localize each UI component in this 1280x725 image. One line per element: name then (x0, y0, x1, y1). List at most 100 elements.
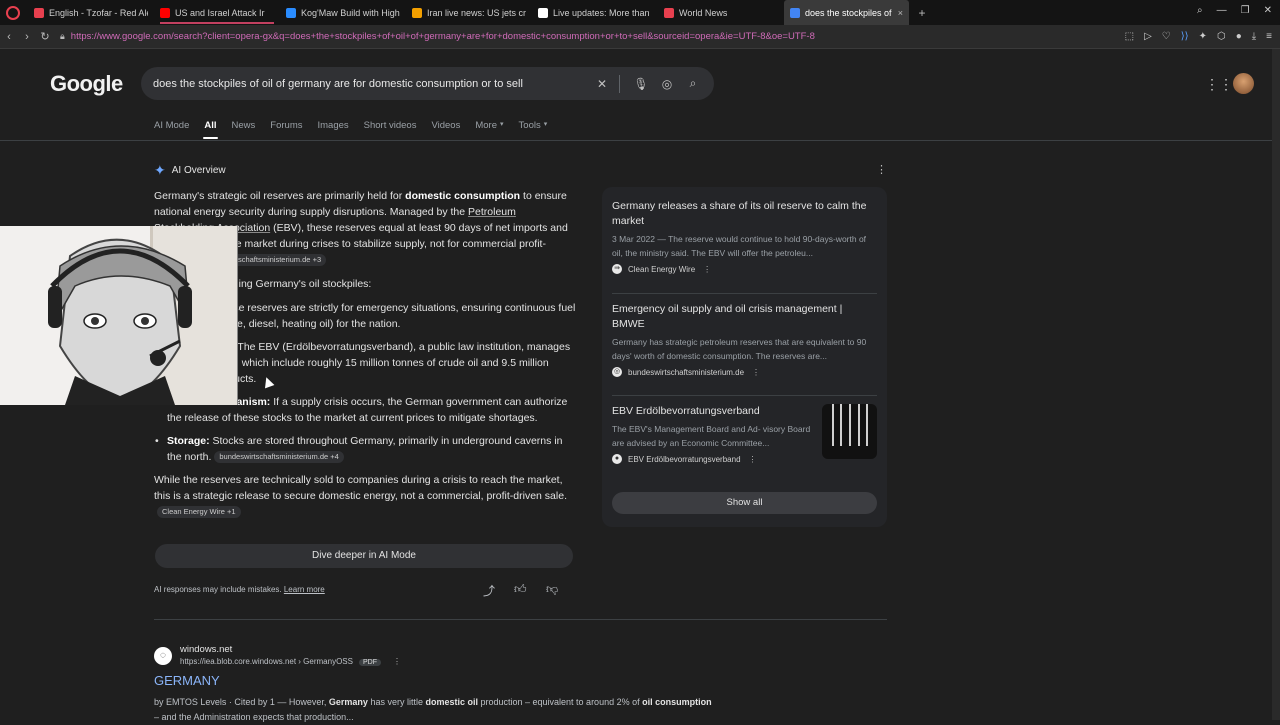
url-field[interactable]: https://www.google.com/search?client=ope… (71, 31, 1125, 42)
close-window-icon[interactable]: ✕ (1264, 5, 1272, 16)
chevron-down-icon: ▾ (500, 121, 504, 128)
tab-short-videos[interactable]: Short videos (364, 120, 417, 131)
tab-favicon-icon (538, 7, 548, 18)
header-divider (0, 140, 1272, 141)
browser-tab[interactable]: English - Tzofar - Red Alert (28, 0, 154, 25)
source-chip[interactable]: Clean Energy Wire +1 (157, 506, 241, 519)
sparkle-icon: ✦ (154, 162, 166, 178)
ai-overview-title: AI Overview (171, 165, 226, 176)
tab-videos[interactable]: Videos (431, 120, 460, 131)
dive-deeper-button[interactable]: Dive deeper in AI Mode (155, 544, 573, 568)
tab-title: Kog'Maw Build with Highe (301, 7, 400, 18)
avatar[interactable] (1233, 73, 1254, 94)
ai-closing: While the reserves are technically sold … (154, 474, 567, 519)
restore-icon[interactable]: ❐ (1241, 5, 1250, 16)
back-icon[interactable]: ‹ (0, 31, 18, 43)
webcam-overlay (0, 226, 238, 405)
site-favicon-icon: ● (612, 454, 622, 464)
source-snippet: 3 Mar 2022 — The reserve would continue … (612, 234, 867, 258)
tab-title: Live updates: More than 5 (553, 7, 652, 18)
browser-tab[interactable]: Iran live news: US jets cra (406, 0, 532, 25)
thumbs-up-icon[interactable]: 👍︎ (514, 582, 527, 597)
source-options-icon[interactable]: ⋮ (749, 455, 757, 464)
address-bar: ‹ › ↻ 🔒︎ https://www.google.com/search?c… (0, 25, 1280, 49)
tab-title: World News (679, 7, 728, 18)
source-chip[interactable]: bundeswirtschaftsministerium.de +4 (214, 451, 344, 464)
tab-favicon-icon (160, 7, 170, 18)
reload-icon[interactable]: ↻ (36, 30, 54, 43)
tab-ai-mode[interactable]: AI Mode (154, 120, 189, 131)
learn-more-link[interactable]: Learn more (284, 585, 325, 594)
minimize-icon[interactable]: — (1217, 5, 1227, 16)
source-options-icon[interactable]: ⋮ (703, 265, 711, 274)
menu-icon[interactable]: ≡ (1266, 31, 1272, 42)
tab-more[interactable]: More (475, 120, 497, 131)
source-card[interactable]: Germany releases a share of its oil rese… (612, 199, 877, 274)
search-box[interactable]: does the stockpiles of oil of germany ar… (141, 67, 714, 100)
source-card[interactable]: EBV Erdölbevorratungsverband The EBV's Ma… (612, 404, 817, 464)
tab-tools[interactable]: Tools (519, 120, 541, 131)
tab-favicon-icon (790, 7, 800, 18)
result-options-icon[interactable]: ⋮ (393, 657, 401, 666)
tab-title: does the stockpiles of oil o (805, 7, 893, 18)
ai-disclaimer: AI responses may include mistakes. Learn… (154, 585, 325, 594)
search-icon[interactable]: ⌕ (684, 76, 702, 91)
browser-tab[interactable]: Live updates: More than 5 (532, 0, 658, 25)
source-title[interactable]: EBV Erdölbevorratungsverband (612, 404, 817, 419)
ebv-thumbnail[interactable] (822, 404, 877, 459)
vpn-icon[interactable]: ⟩⟩ (1181, 31, 1189, 42)
close-tab-icon[interactable]: × (898, 8, 903, 18)
snapshot-icon[interactable]: ⬚ (1125, 31, 1134, 42)
show-all-button[interactable]: Show all (612, 492, 877, 514)
tab-news[interactable]: News (232, 120, 256, 131)
result-title[interactable]: GERMANY (154, 673, 220, 688)
search-tabs-icon[interactable]: ⌕ (1197, 5, 1203, 16)
site-name: EBV Erdölbevorratungsverband (628, 454, 741, 464)
tab-images[interactable]: Images (318, 120, 349, 131)
google-logo[interactable]: Google (50, 71, 123, 97)
source-title[interactable]: Germany releases a share of its oil rese… (612, 199, 877, 229)
site-name: Clean Energy Wire (628, 264, 696, 274)
browser-tab[interactable]: Kog'Maw Build with Highe (280, 0, 406, 25)
tab-all[interactable]: All (203, 120, 218, 139)
easy-files-icon[interactable]: ⬡ (1217, 31, 1226, 42)
search-divider (619, 74, 620, 93)
extensions-icon[interactable]: ✦ (1199, 31, 1207, 42)
key-point-item: Storage: Stocks are stored throughout Ge… (154, 433, 578, 465)
clear-icon[interactable]: ✕ (593, 77, 611, 91)
search-input[interactable]: does the stockpiles of oil of germany ar… (153, 78, 585, 90)
new-tab-plus-icon[interactable]: + (915, 6, 929, 20)
browser-tab[interactable]: does the stockpiles of oil o × (784, 0, 909, 25)
source-card[interactable]: Emergency oil supply and oil crisis mana… (612, 302, 877, 377)
lens-icon[interactable]: ◎ (658, 77, 676, 91)
profile-icon[interactable]: ● (1236, 31, 1242, 42)
opera-logo-icon[interactable] (6, 5, 20, 20)
tab-forums[interactable]: Forums (270, 120, 302, 131)
lock-icon[interactable]: 🔒︎ (60, 31, 65, 42)
sources-panel: Show all Germany releases a share of its… (602, 187, 887, 527)
heart-icon[interactable]: ♡ (1162, 31, 1171, 42)
share-icon[interactable]: ⤴ (483, 582, 495, 599)
tab-favicon-icon (412, 7, 422, 18)
results-divider (154, 619, 887, 620)
result-site[interactable]: windows.net (180, 644, 254, 655)
microphone-icon[interactable]: 🎙︎ (632, 77, 650, 91)
thumbs-down-icon[interactable]: 👎︎ (546, 582, 558, 597)
browser-tab[interactable]: World News (658, 0, 784, 25)
source-site[interactable]: ◎ bundeswirtschaftsministerium.de ⋮ (612, 367, 877, 377)
source-site[interactable]: ⇛ Clean Energy Wire ⋮ (612, 264, 877, 274)
browser-tab-bar: English - Tzofar - Red Alert US and Israe… (0, 0, 1280, 25)
more-options-icon[interactable]: ⋮ (876, 163, 887, 176)
result-url[interactable]: https://iea.blob.core.windows.net › Germ… (180, 657, 401, 666)
source-site[interactable]: ● EBV Erdölbevorratungsverband ⋮ (612, 454, 817, 464)
source-options-icon[interactable]: ⋮ (752, 368, 760, 377)
anime-avatar-illustration (48, 238, 192, 405)
browser-tab[interactable]: US and Israel Attack Ir (154, 0, 280, 25)
scrollbar[interactable] (1272, 49, 1280, 720)
download-icon[interactable]: ⤓ (1252, 31, 1256, 42)
play-icon[interactable]: ▷ (1144, 31, 1152, 42)
tab-favicon-icon (664, 7, 674, 18)
tab-title: US and Israel Attack Ir (175, 7, 265, 18)
forward-icon[interactable]: › (18, 31, 36, 43)
source-title[interactable]: Emergency oil supply and oil crisis mana… (612, 302, 877, 332)
